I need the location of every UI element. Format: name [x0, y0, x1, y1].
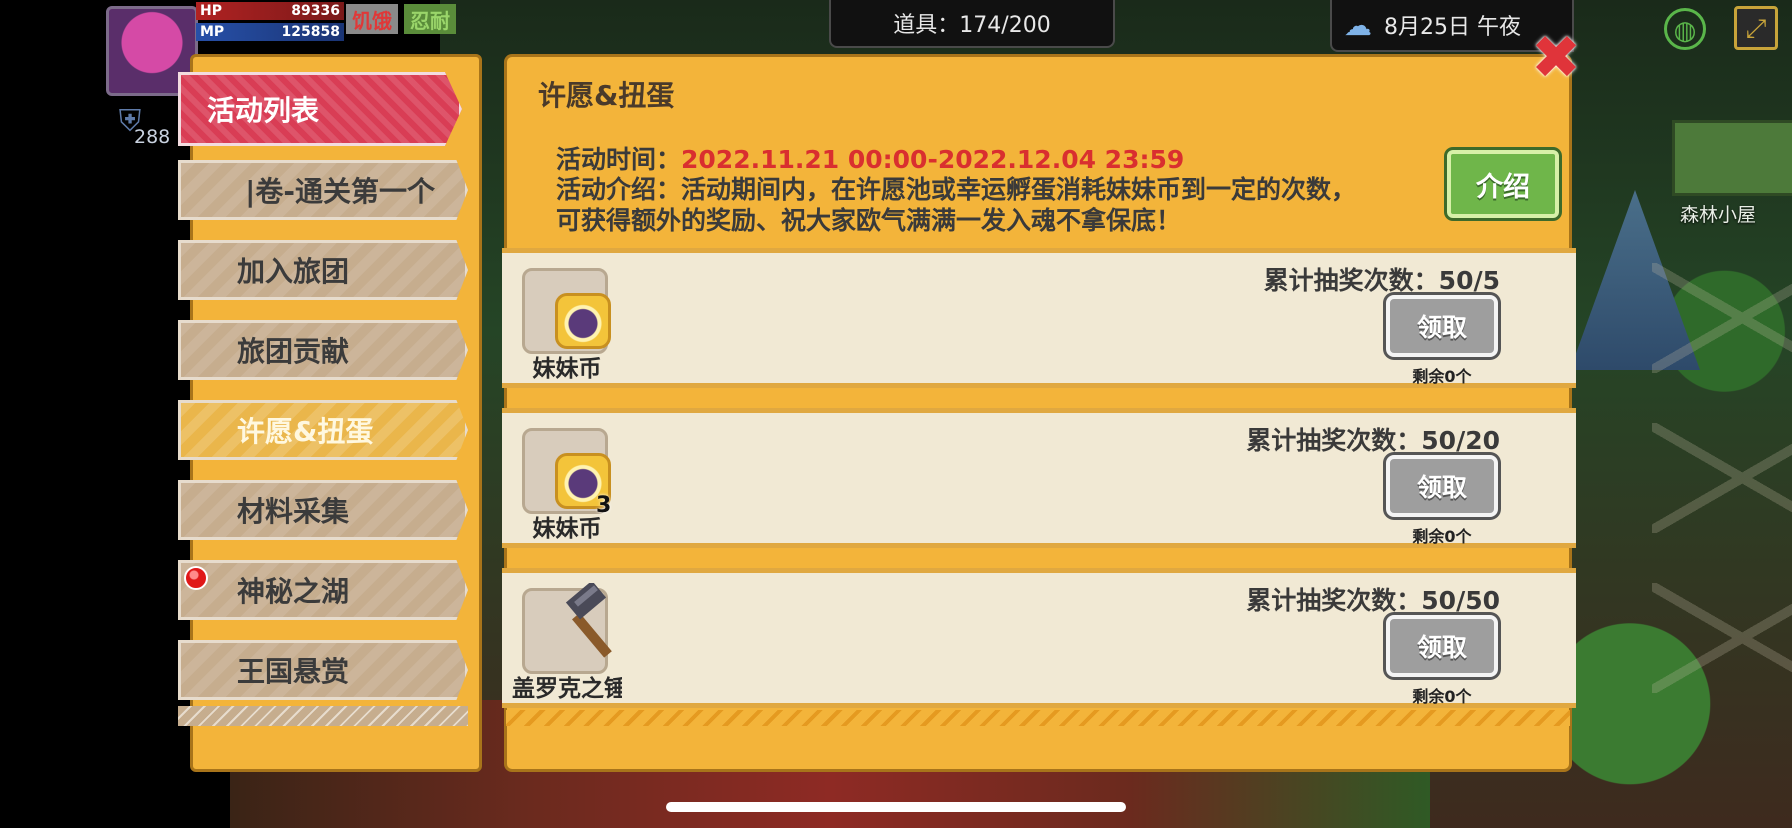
claim-button[interactable]: 领取 — [1386, 615, 1498, 677]
reward-row: 盖罗克之锤 累计抽奖次数：50/50 领取 剩余0个 — [502, 568, 1792, 708]
reward-item-slot[interactable] — [522, 583, 612, 674]
activity-time: 活动时间：2022.11.21 00:00-2022.12.04 23:59 — [556, 140, 1184, 176]
player-level: 288 — [134, 126, 171, 148]
forest-house-label: 森林小屋 — [1680, 204, 1757, 226]
row-decoration — [1652, 423, 1792, 533]
reward-item-slot[interactable] — [522, 268, 611, 354]
row-decoration — [1652, 263, 1792, 373]
activity-list-title: 活动列表 — [178, 72, 462, 146]
reward-row: 妹妹币 累计抽奖次数：50/5 领取 剩余0个 — [502, 248, 1792, 388]
sister-coin-icon — [555, 293, 611, 349]
draw-progress: 累计抽奖次数：50/50 — [1246, 586, 1500, 615]
description-line-1: 活动介绍：活动期间内，在许愿池或幸运孵蛋消耗妹妹币到一定的次数， — [556, 175, 1357, 204]
mp-bar: MP 125858 — [196, 23, 344, 41]
activity-description: 活动介绍：活动期间内，在许愿池或幸运孵蛋消耗妹妹币到一定的次数， 可获得额外的奖… — [556, 174, 1456, 236]
draw-progress: 累计抽奖次数：50/5 — [1263, 266, 1500, 295]
panel-bottom-border — [506, 710, 1570, 726]
reward-item-name: 妹妹币 — [532, 516, 602, 542]
close-icon[interactable]: ✖ — [1528, 28, 1584, 88]
forest-house[interactable] — [1672, 120, 1792, 196]
mp-value: 125858 — [281, 24, 340, 40]
home-indicator[interactable] — [666, 802, 1126, 812]
reward-item-name: 盖罗克之锤 — [512, 676, 622, 702]
sidebar-item-join-guild[interactable]: 加入旅团 — [178, 240, 468, 300]
sidebar-item-guild-contribution[interactable]: 旅团贡献 — [178, 320, 468, 380]
date-text: 8月25日 午夜 — [1384, 15, 1521, 40]
hunger-status: 饥饿 — [346, 4, 398, 34]
hammer-icon — [565, 583, 612, 658]
sidebar-item-kingdom-bounty[interactable]: 王国悬赏 — [178, 640, 468, 700]
globe-icon[interactable]: ◍ — [1664, 8, 1706, 50]
sidebar-item-wish-gacha[interactable]: 许愿&扭蛋 — [178, 400, 468, 460]
exit-icon[interactable]: ⤢ — [1734, 6, 1778, 50]
claim-button[interactable]: 领取 — [1386, 455, 1498, 517]
activity-time-label: 活动时间： — [556, 145, 682, 174]
remaining-count: 剩余0个 — [1412, 527, 1472, 546]
mp-label: MP — [200, 24, 225, 40]
sidebar-item-partial[interactable] — [178, 706, 468, 726]
row-decoration — [1652, 583, 1792, 693]
sidebar-item-clear-first[interactable]: |卷-通关第一个 — [178, 160, 468, 220]
hp-bar: HP 89336 — [196, 2, 344, 20]
hp-value: 89336 — [291, 3, 340, 19]
endure-status: 忍耐 — [404, 4, 456, 34]
claim-button[interactable]: 领取 — [1386, 295, 1498, 357]
sidebar-item-mystic-lake[interactable]: 神秘之湖 — [178, 560, 468, 620]
activity-time-value: 2022.11.21 00:00-2022.12.04 23:59 — [681, 145, 1185, 174]
panel-title: 许愿&扭蛋 — [538, 79, 675, 112]
remaining-count: 剩余0个 — [1412, 367, 1472, 386]
hp-label: HP — [200, 3, 222, 19]
rain-cloud-icon: ☁ — [1344, 8, 1372, 42]
inventory-count[interactable]: 道具：174/200 — [829, 0, 1115, 48]
reward-row: 3 妹妹币 累计抽奖次数：50/20 领取 剩余0个 — [502, 408, 1792, 548]
remaining-count: 剩余0个 — [1412, 687, 1472, 706]
draw-progress: 累计抽奖次数：50/20 — [1246, 426, 1500, 455]
description-line-2: 可获得额外的奖励、祝大家欧气满满一发入魂不拿保底！ — [556, 206, 1182, 235]
reward-item-name: 妹妹币 — [532, 356, 602, 382]
notification-dot — [184, 566, 208, 590]
intro-button[interactable]: 介绍 — [1447, 150, 1559, 218]
sidebar-item-material-gathering[interactable]: 材料采集 — [178, 480, 468, 540]
